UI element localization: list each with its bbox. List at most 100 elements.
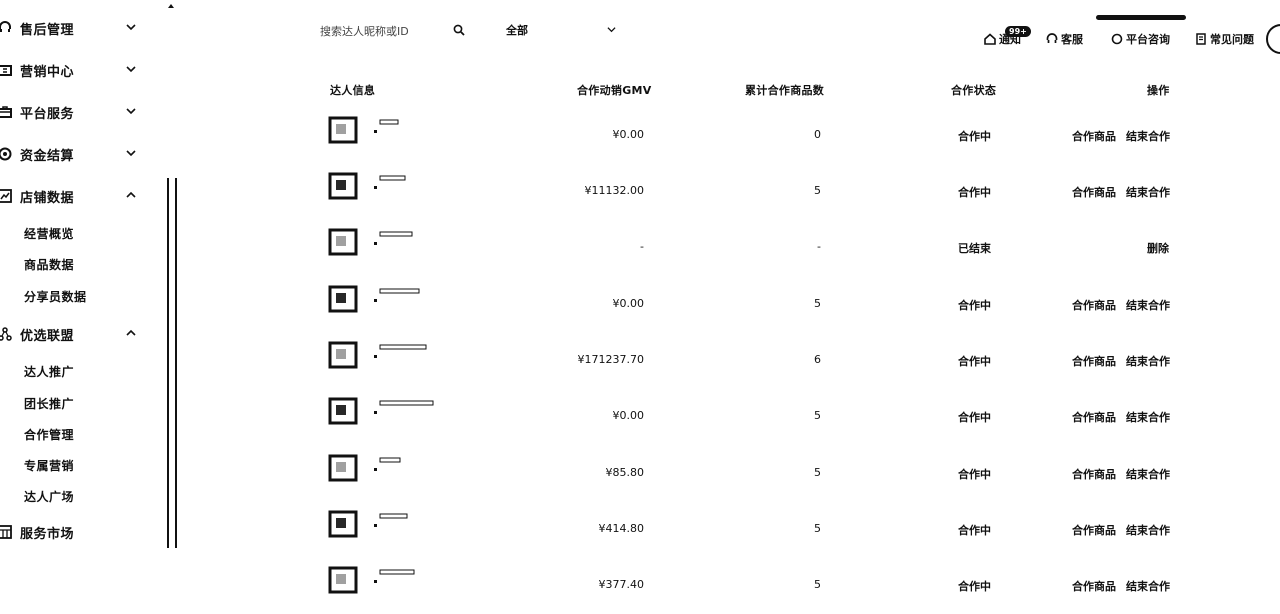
sidebar-item-marketing[interactable]: 营销中心 [0,58,150,82]
cell-product-count: 5 [814,522,821,535]
end-cooperation-link[interactable]: 结束合作 [1126,578,1170,594]
cell-product-count: - [817,240,821,253]
cooperation-products-link[interactable]: 合作商品 [1072,522,1116,538]
customer-service-label: 客服 [1061,33,1083,46]
influencer-avatar[interactable] [328,281,362,315]
cell-gmv: ¥11132.00 [584,184,645,197]
table-row: ¥85.80 5 合作中 合作商品 结束合作 [320,446,1180,502]
cooperation-products-link[interactable]: 合作商品 [1072,353,1116,369]
sidebar-subitem-exclusive-marketing[interactable]: 专属营销 [24,457,74,474]
sidebar-item-store-data[interactable]: 店铺数据 [0,184,150,208]
faq-button[interactable]: 常见问题 [1195,31,1254,47]
cooperation-products-link[interactable]: 合作商品 [1072,184,1116,200]
cell-status: 合作中 [958,580,991,593]
end-cooperation-link[interactable]: 结束合作 [1126,466,1170,482]
cell-product-count: 5 [814,578,821,591]
cooperation-products-link[interactable]: 合作商品 [1072,466,1116,482]
influencer-name-redacted [374,400,434,414]
influencer-avatar[interactable] [328,224,362,258]
platform-consult-label: 平台咨询 [1126,33,1170,46]
cell-gmv: ¥85.80 [605,466,645,479]
platform-consult-button[interactable]: 平台咨询 [1111,31,1170,47]
cell-gmv: ¥0.00 [612,297,645,310]
influencer-name-redacted [374,457,401,471]
chevron-down-icon [126,108,136,115]
cell-status: 合作中 [958,130,991,143]
cell-status: 合作中 [958,468,991,481]
influencer-name-redacted [374,344,427,358]
chevron-up-icon [126,329,136,336]
sidebar-subitem-leader-promo[interactable]: 团长推广 [24,395,74,412]
faq-label: 常见问题 [1210,33,1254,46]
sidebar-item-label: 平台服务 [20,106,75,122]
cell-gmv: ¥0.00 [612,409,645,422]
column-header-product-count[interactable]: 累计合作商品数 [745,82,824,98]
active-tab-indicator [1096,15,1186,20]
cooperation-products-link[interactable]: 合作商品 [1072,297,1116,313]
document-icon [1196,33,1206,45]
sidebar-item-settlement[interactable]: 资金结算 [0,142,150,166]
column-header-status: 合作状态 [951,84,997,97]
chevron-down-icon [126,66,136,73]
cell-gmv: ¥0.00 [612,128,645,141]
end-cooperation-link[interactable]: 结束合作 [1126,353,1170,369]
column-header-gmv[interactable]: 合作动销GMV [577,82,652,98]
sidebar-item-platform-service[interactable]: 平台服务 [0,100,150,124]
sidebar-subitem-cooperation-mgmt[interactable]: 合作管理 [24,426,74,443]
cell-product-count: 5 [814,184,821,197]
end-cooperation-link[interactable]: 结束合作 [1126,522,1170,538]
influencer-avatar[interactable] [328,337,362,371]
table-row: ¥0.00 5 合作中 合作商品 结束合作 [320,277,1180,333]
status-filter-select[interactable]: 全部 [506,20,616,40]
search-input[interactable] [318,20,450,42]
influencer-avatar[interactable] [328,506,362,540]
end-cooperation-link[interactable]: 结束合作 [1126,128,1170,144]
sidebar-item-label: 店铺数据 [20,190,75,206]
sidebar-subitem-influencer-promo[interactable]: 达人推广 [24,363,74,380]
sidebar-item-after-sales[interactable]: 售后管理 [0,16,150,40]
cell-gmv: ¥414.80 [598,522,645,535]
column-header-influencer: 达人信息 [330,84,376,97]
influencer-avatar[interactable] [328,393,362,427]
influencer-name-redacted [374,288,420,302]
search-icon[interactable] [453,24,465,36]
scrollbar[interactable] [167,178,177,548]
influencer-avatar[interactable] [328,450,362,484]
table-row: ¥0.00 0 合作中 合作商品 结束合作 [320,108,1180,164]
sidebar-subitem-product-data[interactable]: 商品数据 [24,256,74,273]
store-icon [0,525,12,539]
headset-icon [0,21,12,35]
sidebar-item-alliance[interactable]: 优选联盟 [0,322,150,346]
sidebar-item-label: 营销中心 [20,64,75,80]
customer-service-button[interactable]: 客服 [1046,31,1083,47]
chevron-down-icon [126,150,136,157]
cell-status: 合作中 [958,524,991,537]
end-cooperation-link[interactable]: 结束合作 [1126,297,1170,313]
avatar[interactable] [1266,24,1280,54]
influencer-name-redacted [374,175,406,189]
cell-status: 合作中 [958,299,991,312]
influencer-avatar[interactable] [328,112,362,146]
sidebar-subitem-sharer-data[interactable]: 分享员数据 [24,288,87,305]
end-cooperation-link[interactable]: 结束合作 [1126,409,1170,425]
sidebar-subitem-influencer-square[interactable]: 达人广场 [24,488,74,505]
chevron-up-icon [126,191,136,198]
cooperation-products-link[interactable]: 合作商品 [1072,578,1116,594]
delete-link[interactable]: 删除 [1147,240,1169,256]
cooperation-products-link[interactable]: 合作商品 [1072,128,1116,144]
cooperation-products-link[interactable]: 合作商品 [1072,409,1116,425]
sidebar-item-label: 服务市场 [20,526,75,542]
cell-status: 合作中 [958,411,991,424]
cell-status: 已结束 [958,242,991,255]
scroll-up-arrow[interactable] [168,4,174,8]
sidebar-item-service-market[interactable]: 服务市场 [0,520,150,544]
table-row: ¥0.00 5 合作中 合作商品 结束合作 [320,389,1180,445]
cell-gmv: - [640,240,644,253]
chart-icon [0,189,12,203]
chevron-down-icon [607,27,616,33]
influencer-avatar[interactable] [328,562,362,596]
end-cooperation-link[interactable]: 结束合作 [1126,184,1170,200]
home-icon [984,33,996,45]
sidebar-subitem-overview[interactable]: 经营概览 [24,225,74,242]
influencer-avatar[interactable] [328,168,362,202]
